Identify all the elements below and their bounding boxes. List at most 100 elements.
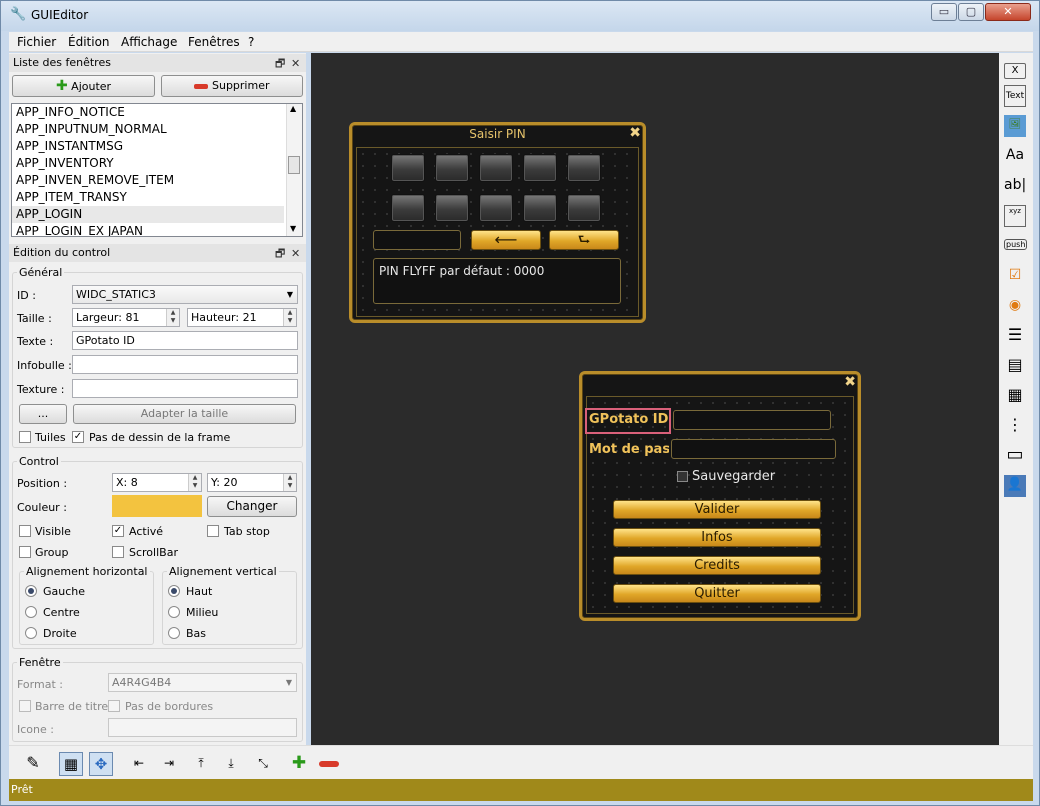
- close-icon[interactable]: ✖: [629, 125, 641, 141]
- static-text-icon[interactable]: Aa: [1004, 145, 1026, 167]
- menu-fenetres[interactable]: Fenêtres: [188, 35, 240, 49]
- change-color-button[interactable]: Changer: [207, 496, 297, 517]
- scroll-thumb[interactable]: [288, 156, 300, 174]
- width-spinbox[interactable]: Largeur: 81 ▲ ▼: [72, 308, 180, 327]
- quit-button[interactable]: Quitter: [613, 584, 821, 603]
- pin-key[interactable]: [435, 154, 469, 182]
- pin-key[interactable]: [479, 154, 513, 182]
- group-box-icon[interactable]: xyz: [1004, 205, 1026, 227]
- menu-fichier[interactable]: Fichier: [17, 35, 56, 49]
- pin-key[interactable]: [567, 154, 601, 182]
- enter-button[interactable]: ⮑: [549, 230, 619, 250]
- move-icon[interactable]: ✥: [89, 752, 113, 776]
- combobox-control-icon[interactable]: ☰: [1004, 325, 1026, 347]
- remove-window-button[interactable]: Supprimer: [161, 75, 303, 97]
- menu-edition[interactable]: Édition: [68, 35, 110, 49]
- list-item[interactable]: APP_INFO_NOTICE: [12, 104, 284, 121]
- spin-arrows-icon[interactable]: ▲ ▼: [283, 474, 296, 491]
- x-spinbox[interactable]: X: 8 ▲ ▼: [112, 473, 202, 492]
- list-item[interactable]: APP_ITEM_TRANSY: [12, 189, 284, 206]
- tooltip-input[interactable]: [72, 355, 298, 374]
- edit-mode-icon[interactable]: ✎: [21, 752, 45, 776]
- tabstop-checkbox[interactable]: [207, 525, 219, 537]
- no-frame-checkbox[interactable]: ✓: [72, 431, 84, 443]
- close-icon[interactable]: ✖: [844, 374, 856, 390]
- spin-arrows-icon[interactable]: ▲ ▼: [188, 474, 201, 491]
- edit-box-icon[interactable]: ab|: [1004, 175, 1026, 197]
- gpotato-id-input[interactable]: [673, 410, 831, 430]
- minimize-button[interactable]: ▭: [931, 3, 957, 21]
- list-item-selected[interactable]: APP_LOGIN: [12, 206, 284, 223]
- align-right-icon[interactable]: ⇥: [157, 752, 181, 776]
- password-input[interactable]: [671, 439, 836, 459]
- scroll-up-icon[interactable]: ▲: [290, 104, 296, 113]
- pin-input[interactable]: [373, 230, 461, 250]
- list-item[interactable]: APP_INVEN_REMOVE_ITEM: [12, 172, 284, 189]
- validate-button[interactable]: Valider: [613, 500, 821, 519]
- halign-right-radio[interactable]: [25, 627, 37, 639]
- pin-key[interactable]: [391, 154, 425, 182]
- close-dock-icon[interactable]: ✕: [291, 55, 300, 73]
- spin-arrows-icon[interactable]: ▲ ▼: [166, 309, 179, 326]
- credits-button[interactable]: Credits: [613, 556, 821, 575]
- menu-help[interactable]: ?: [248, 35, 254, 49]
- maximize-button[interactable]: ▢: [958, 3, 984, 21]
- grid-icon[interactable]: ▦: [59, 752, 83, 776]
- list-scrollbar[interactable]: ▲ ▼: [286, 104, 302, 236]
- pin-key[interactable]: [567, 194, 601, 222]
- info-button[interactable]: Infos: [613, 528, 821, 547]
- list-item[interactable]: APP_INVENTORY: [12, 155, 284, 172]
- close-control-icon[interactable]: X: [1004, 63, 1026, 79]
- pin-key[interactable]: [435, 194, 469, 222]
- float-icon[interactable]: 🗗: [275, 245, 285, 263]
- add-window-button[interactable]: ✚ Ajouter: [12, 75, 155, 97]
- format-select[interactable]: A4R4G4B4 ▼: [108, 673, 297, 692]
- valign-top-radio[interactable]: [168, 585, 180, 597]
- align-bottom-icon[interactable]: ⤓: [219, 752, 243, 776]
- pin-key[interactable]: [523, 194, 557, 222]
- color-swatch[interactable]: [112, 495, 202, 517]
- resize-icon[interactable]: ⤡: [251, 752, 275, 776]
- list-item[interactable]: APP_INSTANTMSG: [12, 138, 284, 155]
- listbox-control-icon[interactable]: ▤: [1004, 355, 1026, 377]
- align-left-icon[interactable]: ⇤: [127, 752, 151, 776]
- visible-checkbox[interactable]: [19, 525, 31, 537]
- text-input[interactable]: GPotato ID: [72, 331, 298, 350]
- push-button-icon[interactable]: push: [1004, 235, 1028, 257]
- halign-center-radio[interactable]: [25, 606, 37, 618]
- listctrl-control-icon[interactable]: ▦: [1004, 385, 1026, 407]
- no-border-checkbox[interactable]: [108, 700, 120, 712]
- valign-bottom-radio[interactable]: [168, 627, 180, 639]
- menu-affichage[interactable]: Affichage: [121, 35, 177, 49]
- fit-size-button[interactable]: Adapter la taille: [73, 404, 296, 424]
- height-spinbox[interactable]: Hauteur: 21 ▲ ▼: [187, 308, 297, 327]
- scrollbar-checkbox[interactable]: [112, 546, 124, 558]
- y-spinbox[interactable]: Y: 20 ▲ ▼: [207, 473, 297, 492]
- save-checkbox[interactable]: [677, 471, 688, 482]
- pin-key[interactable]: [391, 194, 425, 222]
- id-select[interactable]: WIDC_STATIC3 ▼: [72, 285, 298, 304]
- pin-key[interactable]: [523, 154, 557, 182]
- checkbox-control-icon[interactable]: ☑: [1004, 265, 1026, 287]
- spin-arrows-icon[interactable]: ▲ ▼: [283, 309, 296, 326]
- halign-left-radio[interactable]: [25, 585, 37, 597]
- treectrl-control-icon[interactable]: ⋮: [1004, 415, 1026, 437]
- backspace-button[interactable]: ⟵: [471, 230, 541, 250]
- scroll-down-icon[interactable]: ▼: [290, 224, 296, 233]
- radio-control-icon[interactable]: ◉: [1004, 295, 1026, 317]
- login-window[interactable]: ✖ GPotato ID Mot de passe Sauvegarder Va…: [579, 371, 861, 621]
- list-item[interactable]: APP_LOGIN_EX JAPAN: [12, 223, 284, 236]
- texture-input[interactable]: [72, 379, 298, 398]
- float-icon[interactable]: 🗗: [275, 55, 285, 73]
- titlebar-checkbox[interactable]: [19, 700, 31, 712]
- add-icon[interactable]: ✚: [287, 752, 311, 776]
- list-item[interactable]: APP_INPUTNUM_NORMAL: [12, 121, 284, 138]
- pin-window[interactable]: Saisir PIN ✖ ⟵ ⮑ PIN FLYFF par défaut : …: [349, 122, 646, 323]
- group-checkbox[interactable]: [19, 546, 31, 558]
- close-dock-icon[interactable]: ✕: [291, 245, 300, 263]
- icon-input[interactable]: [108, 718, 297, 737]
- close-button[interactable]: ✕: [985, 3, 1031, 21]
- picture-control-icon[interactable]: 🖼: [1004, 115, 1026, 137]
- text-control-icon[interactable]: Text: [1004, 85, 1026, 107]
- pin-key[interactable]: [479, 194, 513, 222]
